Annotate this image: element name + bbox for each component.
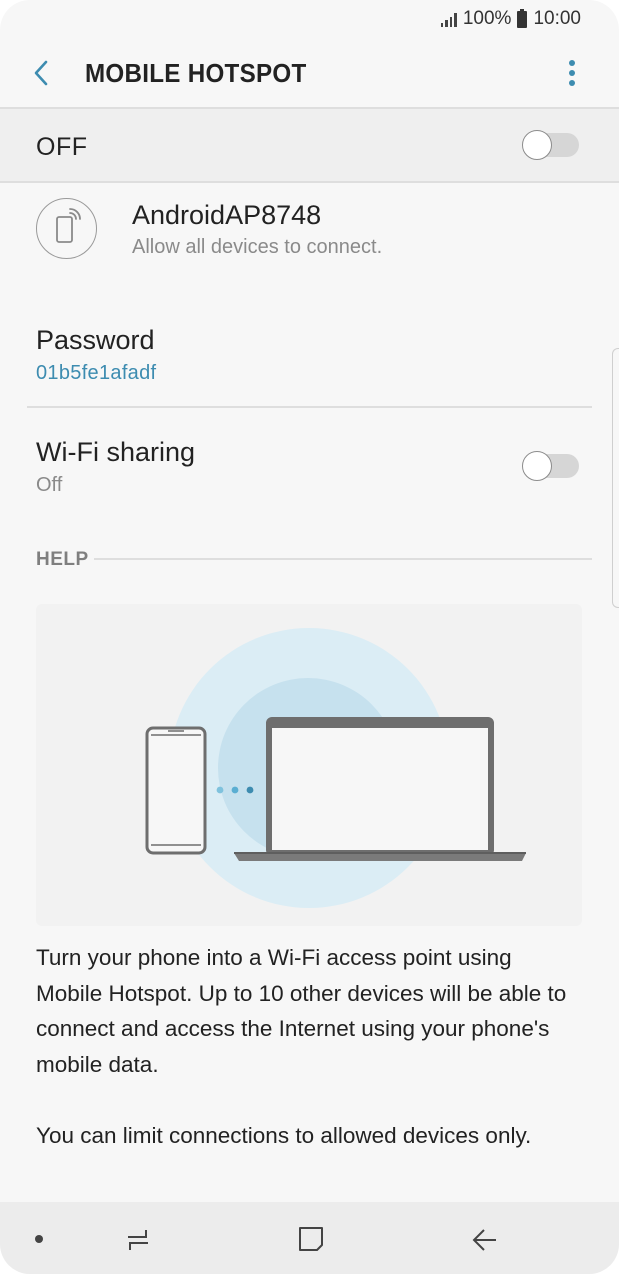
help-paragraph: You can limit connections to allowed dev… xyxy=(36,1123,532,1148)
password-value: 01b5fe1afadf xyxy=(36,362,157,384)
recent-apps-icon[interactable] xyxy=(124,1226,152,1254)
network-subtitle: Allow all devices to connect. xyxy=(132,236,383,258)
scroll-indicator xyxy=(612,348,619,608)
password-label[interactable]: Password xyxy=(36,325,155,356)
phone-to-laptop-hotspot-illustration xyxy=(145,628,526,908)
phone-hotspot-icon xyxy=(36,198,97,259)
clock: 10:00 xyxy=(533,8,581,29)
help-section-header: HELP xyxy=(36,549,89,570)
master-switch-label: OFF xyxy=(36,133,88,161)
chevron-left-icon[interactable] xyxy=(28,56,58,90)
wifi-sharing-status: Off xyxy=(36,474,63,496)
page-title: MOBILE HOTSPOT xyxy=(85,58,307,88)
back-arrow-icon[interactable] xyxy=(470,1226,498,1254)
navigation-bar xyxy=(0,1202,619,1274)
signal-icon xyxy=(440,11,457,27)
divider xyxy=(0,107,619,109)
status-bar: 100% 10:00 xyxy=(440,8,581,30)
dot-icon[interactable] xyxy=(34,1234,44,1244)
divider xyxy=(27,406,592,408)
wifi-sharing-toggle[interactable] xyxy=(522,451,579,481)
toggle-knob xyxy=(522,451,552,481)
divider xyxy=(0,181,619,183)
toggle-knob xyxy=(522,130,552,160)
help-divider xyxy=(94,558,592,560)
help-paragraph: Turn your phone into a Wi-Fi access poin… xyxy=(36,945,567,1077)
home-icon[interactable] xyxy=(296,1224,326,1254)
master-toggle[interactable] xyxy=(522,130,579,160)
more-vertical-icon[interactable] xyxy=(560,57,584,91)
wifi-sharing-label[interactable]: Wi-Fi sharing xyxy=(36,437,195,468)
screen: 100% 10:00 MOBILE HOTSPOT OFF AndroidAP8… xyxy=(0,0,619,1274)
network-name[interactable]: AndroidAP8748 xyxy=(132,200,321,231)
hotspot-illustration-card xyxy=(36,604,582,926)
battery-percent: 100% xyxy=(462,8,512,29)
battery-icon xyxy=(517,8,528,28)
